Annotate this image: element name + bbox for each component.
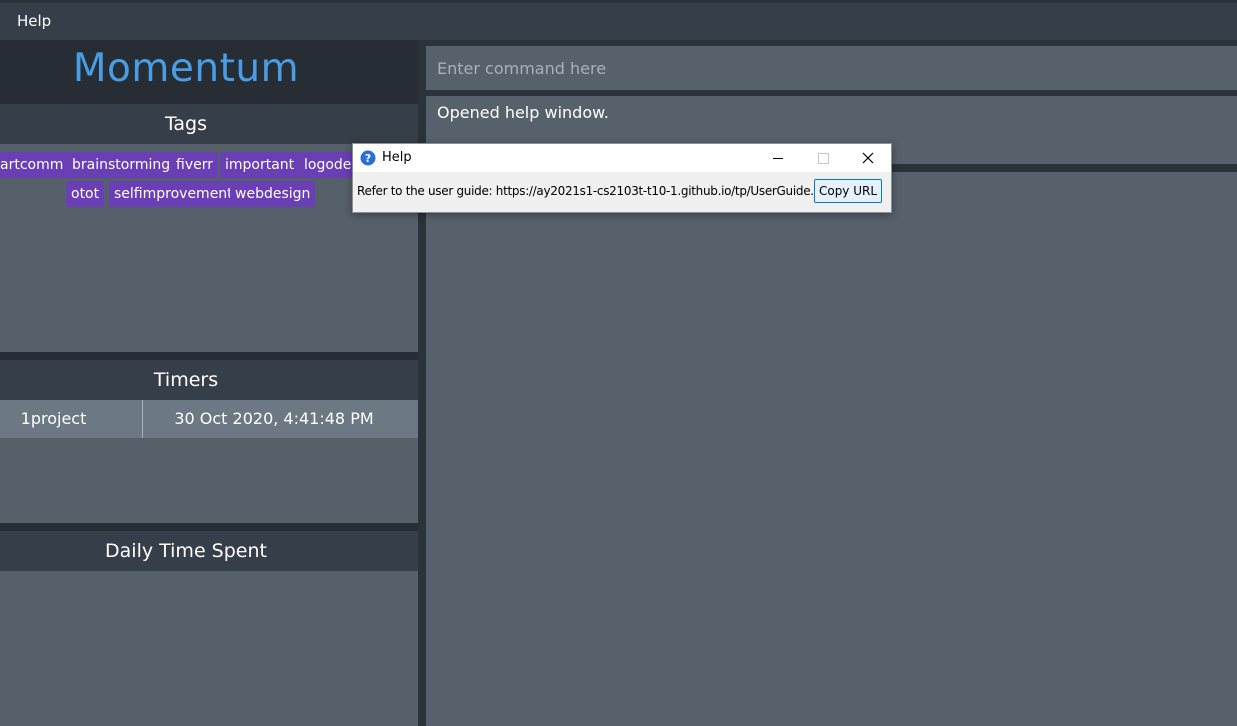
minimize-button[interactable] [754, 144, 800, 172]
tags-header: Tags [0, 104, 418, 144]
minimize-icon [773, 158, 783, 159]
tag-chip[interactable]: selfimprovement [109, 181, 238, 207]
maximize-button[interactable] [800, 144, 846, 172]
copy-url-button[interactable]: Copy URL [814, 179, 882, 203]
tag-chip[interactable]: artcomm [0, 152, 69, 178]
command-input[interactable] [426, 46, 1237, 90]
timer-time: 30 Oct 2020, 4:41:48 PM [174, 409, 374, 428]
help-window-titlebar[interactable]: ? Help [353, 144, 891, 172]
daily-header-label: Daily Time Spent [105, 540, 267, 562]
svg-text:?: ? [365, 152, 371, 165]
tag-chip[interactable]: otot [66, 181, 105, 207]
app-title: Momentum [72, 46, 300, 91]
daily-panel [0, 571, 418, 726]
help-message: Refer to the user guide: https://ay2021s… [357, 184, 840, 198]
maximize-icon [818, 153, 829, 164]
close-icon [862, 152, 874, 164]
timers-panel: 1project 30 Oct 2020, 4:41:48 PM [0, 400, 418, 523]
menu-bar: Help [0, 3, 1237, 40]
result-text: Opened help window. [437, 103, 609, 122]
daily-header: Daily Time Spent [0, 531, 418, 571]
timers-header: Timers [0, 360, 418, 400]
main-window: Help Momentum Tags artcomm brainstorming… [0, 0, 1237, 726]
tags-header-label: Tags [164, 113, 208, 135]
timers-header-label: Timers [153, 369, 219, 391]
main-list-panel[interactable] [426, 172, 1237, 726]
tag-chip[interactable]: important [220, 152, 300, 178]
timer-row[interactable]: 1project 30 Oct 2020, 4:41:48 PM [0, 400, 418, 438]
help-menu[interactable]: Help [8, 3, 60, 40]
question-icon: ? [360, 150, 376, 166]
help-window-content: Refer to the user guide: https://ay2021s… [353, 172, 891, 212]
tag-chip[interactable]: webdesign [230, 181, 316, 207]
tag-chip[interactable]: brainstorming [67, 152, 176, 178]
tag-chip[interactable]: fiverr [171, 152, 218, 178]
timer-name: 1project [20, 409, 87, 428]
close-button[interactable] [845, 144, 891, 172]
help-window: ? Help Refer to the user guide: https://… [352, 143, 892, 213]
help-window-title: Help [382, 150, 412, 165]
